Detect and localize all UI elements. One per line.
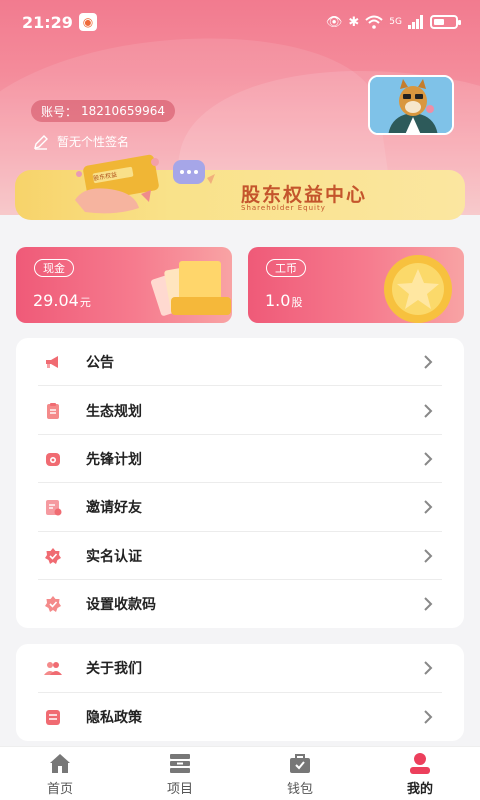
wifi-icon: [365, 15, 383, 29]
chevron-right-icon: [424, 710, 433, 724]
menu-item-label: 邀请好友: [86, 500, 142, 517]
tab-mine[interactable]: 我的: [360, 747, 480, 800]
chevron-right-icon: [424, 403, 433, 418]
user-icon: [410, 752, 430, 774]
equity-card-hand-illustration: 股东权益: [75, 154, 215, 214]
tab-home[interactable]: 首页: [0, 747, 120, 800]
shiba-dog-avatar-icon: [370, 77, 452, 133]
wallet-icon: [290, 753, 310, 773]
menu-item-label: 隐私政策: [86, 709, 142, 726]
bluetooth-icon: ✱: [348, 14, 360, 30]
home-icon: [50, 753, 70, 773]
cash-balance-card[interactable]: 现金 29.04 元: [16, 247, 232, 323]
tab-label: 我的: [406, 781, 433, 797]
menu-item-label: 公告: [86, 355, 114, 372]
chevron-right-icon: [424, 355, 433, 369]
gongbi-value-row: 1.0 股: [265, 291, 302, 310]
cash-label: 现金: [34, 259, 74, 277]
account-number: 18210659964: [81, 104, 165, 118]
menu-item-label: 先锋计划: [86, 451, 142, 468]
signal-icon: [408, 15, 423, 29]
banner-subtitle: Shareholder Equity: [241, 204, 326, 212]
chevron-right-icon: [424, 597, 433, 611]
menu-item-label: 设置收款码: [86, 597, 156, 614]
about-menu-list: 关于我们 隐私政策: [16, 644, 464, 741]
menu-item-real-name-verify[interactable]: 实名认证: [16, 532, 464, 581]
avatar[interactable]: [368, 75, 454, 135]
gold-coin-star-icon: [384, 255, 452, 323]
main-menu-list: 公告 生态规划 先锋计划 邀请好友 实名认证 设置收款码: [16, 338, 464, 628]
clipboard-icon: [47, 402, 59, 419]
tab-label: 钱包: [286, 781, 313, 797]
cash-stack-icon: [150, 261, 231, 316]
menu-item-label: 关于我们: [86, 661, 142, 678]
menu-item-label: 实名认证: [86, 548, 142, 565]
account-label: 账号：: [41, 104, 78, 119]
tab-project[interactable]: 项目: [120, 747, 240, 800]
chevron-right-icon: [424, 452, 433, 466]
menu-item-ecology-plan[interactable]: 生态规划: [16, 386, 464, 436]
group-icon: [44, 662, 62, 676]
signature-row[interactable]: 暂无个性签名: [33, 133, 129, 150]
cash-value-row: 29.04 元: [33, 291, 91, 310]
account-number-badge: 账号： 18210659964: [31, 100, 175, 122]
gongbi-value: 1.0: [265, 291, 291, 310]
invite-icon: [46, 500, 62, 516]
document-icon: [46, 709, 60, 725]
edit-pencil-icon: [34, 134, 48, 150]
megaphone-icon: [46, 356, 58, 369]
battery-icon: [430, 15, 461, 29]
menu-item-invite-friends[interactable]: 邀请好友: [16, 483, 464, 532]
stack-icon: [170, 753, 190, 773]
bottom-tab-bar: 首页 项目 钱包 我的: [0, 746, 480, 800]
gongbi-unit: 股: [291, 296, 303, 309]
cash-unit: 元: [79, 296, 91, 309]
menu-item-privacy-policy[interactable]: 隐私政策: [16, 693, 464, 742]
tab-label: 首页: [46, 781, 73, 797]
app-notification-icon: ◉: [78, 13, 97, 31]
chevron-right-icon: [424, 500, 433, 515]
banner-title: 股东权益中心: [241, 184, 368, 206]
chevron-right-icon: [424, 661, 433, 675]
gongbi-balance-card[interactable]: 工币 1.0 股: [248, 247, 464, 323]
eye-icon: 👁: [325, 14, 343, 30]
network-type: 5G: [389, 17, 402, 27]
verify-icon: [45, 547, 61, 564]
status-time: 21:29: [22, 12, 73, 32]
tab-label: 项目: [166, 781, 193, 797]
menu-item-pioneer-plan[interactable]: 先锋计划: [16, 435, 464, 484]
cash-value: 29.04: [33, 291, 79, 310]
menu-item-announcement[interactable]: 公告: [16, 338, 464, 387]
signature-text: 暂无个性签名: [57, 135, 130, 149]
plan-icon: [46, 452, 60, 466]
menu-item-payment-code[interactable]: 设置收款码: [16, 580, 464, 628]
shareholder-equity-banner[interactable]: 股东权益 股东权益中心 Shareholder Equity: [15, 154, 465, 220]
menu-item-about-us[interactable]: 关于我们: [16, 644, 464, 693]
chevron-right-icon: [424, 549, 433, 563]
menu-item-label: 生态规划: [86, 403, 142, 420]
status-bar: 21:29 ◉ 👁 ✱ 5G: [22, 10, 461, 34]
gongbi-label: 工币: [266, 259, 306, 277]
qrcode-icon: [45, 596, 61, 613]
tab-wallet[interactable]: 钱包: [240, 747, 360, 800]
